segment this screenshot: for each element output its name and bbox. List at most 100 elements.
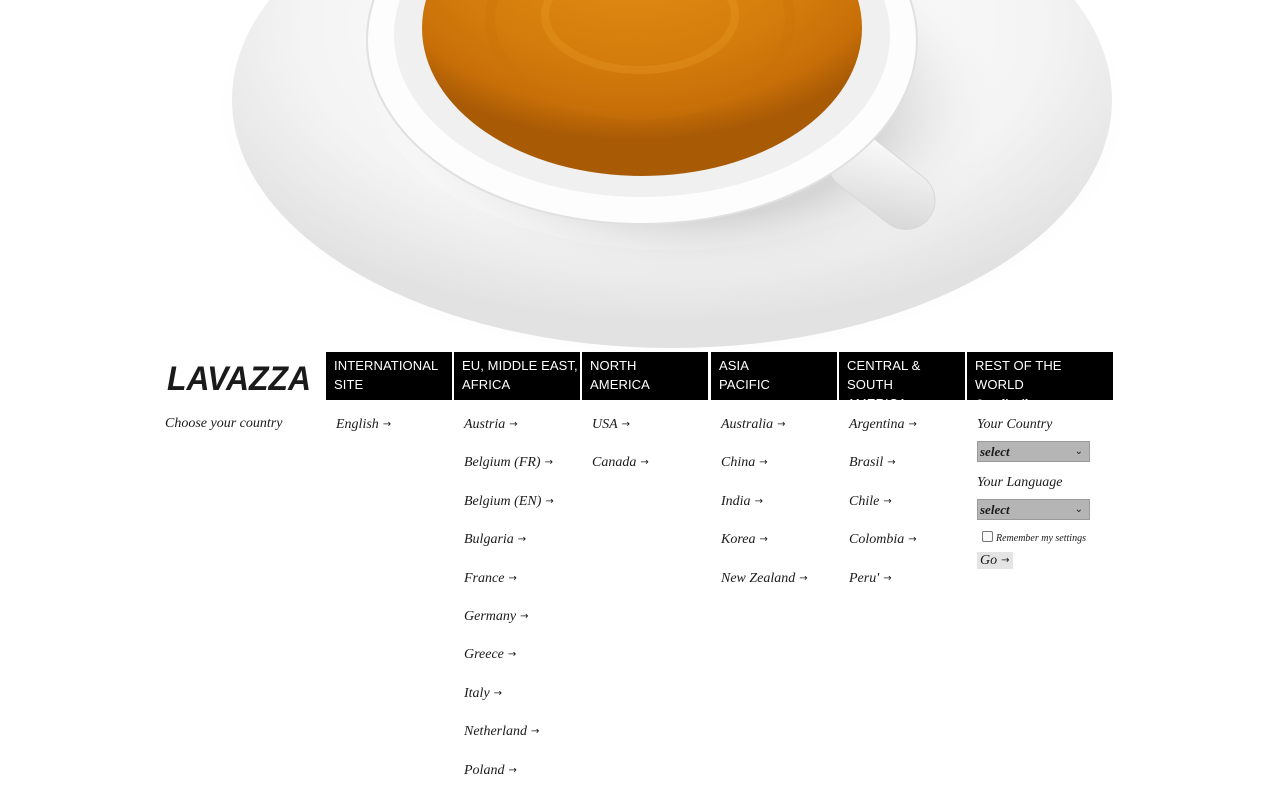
remember-settings-row: Remember my settings (982, 529, 1113, 544)
list-item: Austria → (464, 416, 554, 454)
lavazza-logo[interactable]: LAVAZZA (165, 350, 313, 394)
country-link[interactable]: Poland → (464, 763, 517, 778)
language-select[interactable]: select ⌄ (977, 499, 1090, 520)
region-header-line1: EU, MIDDLE EAST, (462, 358, 578, 373)
arrow-right-icon: → (509, 419, 518, 430)
country-link[interactable]: China → (721, 455, 768, 470)
country-link[interactable]: Belgium (EN) → (464, 494, 554, 509)
remember-settings-label: Remember my settings (996, 533, 1086, 544)
country-link-label: Belgium (EN) (464, 493, 542, 509)
country-link-label: Netherland (464, 724, 527, 740)
list-item: Belgium (FR) → (464, 454, 554, 492)
region-header-line2: AMERICA (847, 396, 907, 411)
arrow-right-icon: → (754, 495, 763, 507)
country-link-label: Korea (721, 532, 756, 548)
country-link[interactable]: Italy → (464, 686, 502, 701)
list-item: English → (336, 416, 391, 454)
remember-settings-checkbox[interactable] (982, 531, 993, 542)
country-link-label: Peru' (849, 570, 880, 586)
country-link-label: France (464, 570, 505, 586)
country-link-label: Argentina (849, 417, 905, 432)
arrow-right-icon: → (520, 610, 529, 622)
arrow-right-icon: → (759, 457, 768, 469)
country-link[interactable]: English → (336, 417, 391, 432)
country-list-latam: Argentina → Brasil → Chile → Colombia → Peru… (849, 416, 917, 608)
go-button-label: Go (980, 553, 998, 568)
arrow-right-icon: → (531, 726, 540, 738)
arrow-right-icon: → (507, 649, 517, 661)
country-link[interactable]: Greece → (464, 647, 516, 662)
list-item: Brasil → (849, 454, 917, 492)
go-button[interactable]: Go → (977, 552, 1013, 569)
list-item: USA → (592, 416, 649, 454)
list-item: Poland → (464, 762, 554, 800)
country-link-label: Poland (464, 762, 505, 778)
country-link[interactable]: Austria → (464, 417, 518, 432)
your-language-label: Your Language (977, 475, 1063, 490)
country-link[interactable]: Bulgaria → (464, 532, 526, 547)
country-link[interactable]: Brasil → (849, 455, 896, 470)
country-link[interactable]: Netherland → (464, 724, 539, 739)
list-item: Peru' → (849, 570, 917, 608)
region-header-line1: REST OF THE WORLD (975, 358, 1062, 392)
arrow-right-icon: → (493, 687, 503, 699)
region-header-international: INTERNATIONAL SITE (326, 352, 452, 400)
country-link[interactable]: India → (721, 494, 763, 509)
region-header-rest-of-world: REST OF THE WORLD Our distributors (967, 352, 1113, 410)
country-list-emea: Austria → Belgium (FR) → Belgium (EN) → Bul… (464, 416, 554, 800)
country-link-label: Chile (849, 493, 880, 509)
country-link[interactable]: Australia → (721, 417, 786, 432)
list-item: Korea → (721, 531, 808, 569)
country-select-value: select (980, 444, 1010, 459)
list-item: Argentina → (849, 416, 917, 454)
country-link[interactable]: France → (464, 571, 517, 586)
region-header-north-america: NORTH AMERICA (582, 352, 708, 400)
arrow-right-icon: → (908, 419, 917, 430)
region-header-latam: CENTRAL & SOUTH AMERICA (839, 352, 965, 411)
country-link-label: USA (592, 417, 618, 432)
region-header-line2: AMERICA (590, 377, 650, 392)
country-link-label: New Zealand (721, 570, 796, 586)
country-link[interactable]: Germany → (464, 609, 529, 624)
list-item: France → (464, 570, 554, 608)
country-link-label: India (721, 493, 751, 509)
arrow-right-icon: → (545, 495, 554, 507)
country-link-label: Italy (464, 685, 490, 701)
list-item: New Zealand → (721, 570, 808, 608)
country-link[interactable]: Chile → (849, 494, 892, 509)
country-link-label: Canada (592, 455, 637, 471)
arrow-right-icon: → (508, 572, 517, 584)
country-link-label: China (721, 455, 756, 471)
list-item: Netherland → (464, 723, 554, 761)
distributor-form: Your Country select ⌄ Your Language sele… (977, 416, 1113, 569)
chevron-down-icon: ⌄ (1074, 446, 1083, 457)
region-header-subtitle: Our distributors (975, 396, 1057, 410)
arrow-right-icon: → (640, 457, 649, 469)
list-item: India → (721, 493, 808, 531)
list-item: Belgium (EN) → (464, 493, 554, 531)
country-link-label: Belgium (FR) (464, 455, 541, 471)
country-link[interactable]: Colombia → (849, 532, 917, 547)
country-link-label: Germany (464, 608, 517, 624)
country-link[interactable]: Peru' → (849, 571, 892, 586)
country-link-label: Australia (721, 417, 774, 432)
country-link-label: Austria (464, 417, 506, 432)
arrow-right-icon: → (777, 419, 786, 430)
arrow-right-icon: → (887, 457, 896, 469)
page: LAVAZZA INTERNATIONAL SITE EU, MIDDLE EA… (0, 0, 1280, 800)
country-link[interactable]: Belgium (FR) → (464, 455, 553, 470)
region-header-asia-pacific: ASIA PACIFIC (711, 352, 837, 400)
country-link[interactable]: Argentina → (849, 417, 917, 432)
country-link-label: Colombia (849, 532, 905, 548)
country-link[interactable]: New Zealand → (721, 571, 808, 586)
region-header-line1: INTERNATIONAL (334, 358, 439, 373)
country-link[interactable]: Canada → (592, 455, 649, 470)
your-country-label: Your Country (977, 417, 1053, 432)
country-link[interactable]: Korea → (721, 532, 768, 547)
region-header-line2: AFRICA (462, 377, 511, 392)
list-item: Bulgaria → (464, 531, 554, 569)
country-link[interactable]: USA → (592, 417, 630, 432)
choose-country-label: Choose your country (165, 416, 283, 431)
country-select[interactable]: select ⌄ (977, 441, 1090, 462)
region-header-line2: SITE (334, 377, 364, 392)
